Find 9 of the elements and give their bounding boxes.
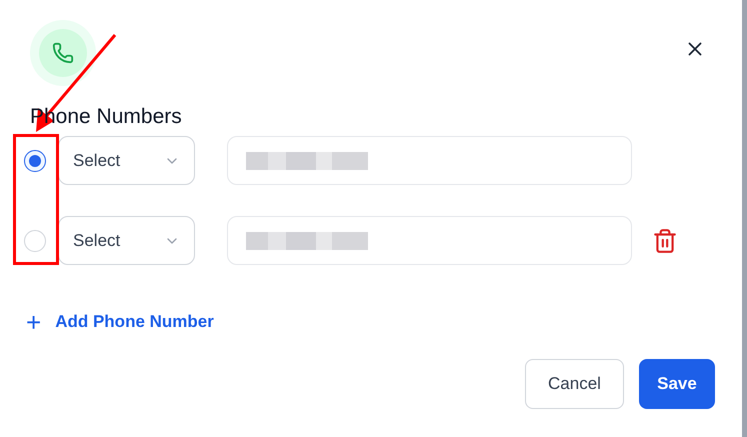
cancel-button[interactable]: Cancel (525, 359, 624, 409)
phone-input-field[interactable] (227, 216, 632, 265)
phone-input-field[interactable] (227, 136, 632, 185)
type-select[interactable]: Select (58, 136, 195, 185)
type-select[interactable]: Select (58, 216, 195, 265)
radio-button[interactable] (24, 150, 46, 172)
save-button[interactable]: Save (639, 359, 715, 409)
add-phone-link[interactable]: + Add Phone Number (26, 309, 214, 335)
delete-button[interactable] (652, 228, 678, 254)
